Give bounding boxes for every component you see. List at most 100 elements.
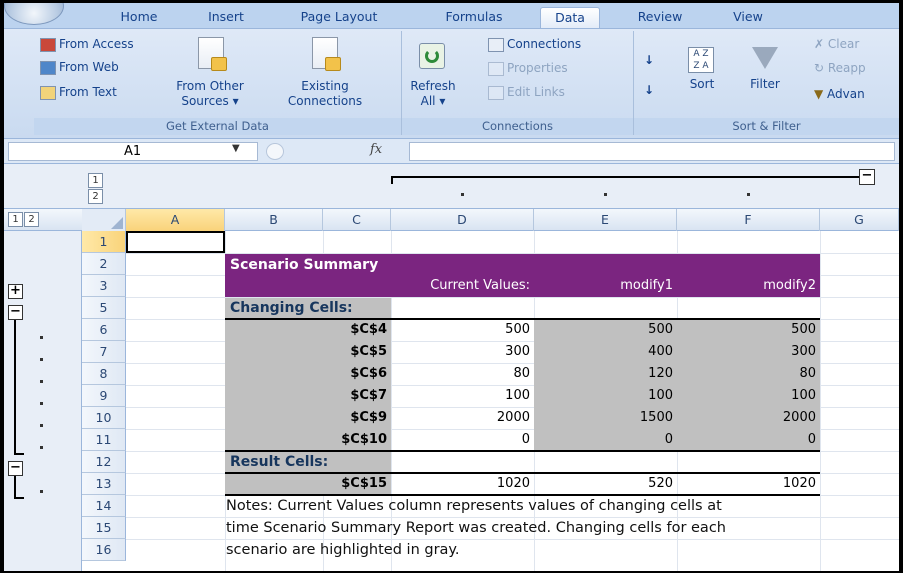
result-cell-modify2: 1020 [782, 476, 816, 491]
notes-line: Notes: Current Values column represents … [226, 498, 722, 514]
row-outline-dot [40, 358, 43, 361]
worksheet-grid[interactable]: Scenario Summary Current Values: modify1… [126, 231, 899, 571]
changing-cell-modify1: 500 [648, 322, 673, 337]
filter-funnel-icon [752, 47, 778, 69]
changing-cell-current: 0 [521, 432, 530, 447]
filter-button[interactable]: Filter [740, 43, 790, 113]
row-header-9[interactable]: 9 [82, 385, 126, 407]
sort-button[interactable]: A ZZ A Sort [680, 43, 724, 113]
formula-input[interactable] [409, 142, 895, 161]
row-outline-bracket [14, 320, 16, 454]
insert-function-icon[interactable]: fx [370, 142, 382, 157]
sort-ascending-icon[interactable]: ↓ [644, 53, 654, 67]
name-box[interactable]: A1 [8, 142, 258, 161]
tab-data[interactable]: Data [540, 7, 600, 28]
notes-line: time Scenario Summary Report was created… [226, 520, 726, 536]
sort-descending-icon[interactable]: ↓ [644, 83, 654, 97]
row-header-6[interactable]: 6 [82, 319, 126, 341]
column-header-a[interactable]: A [126, 209, 225, 231]
column-header-d[interactable]: D [391, 209, 534, 231]
changing-cell-modify2: 0 [807, 432, 816, 447]
access-icon [40, 37, 56, 52]
properties-button[interactable]: Properties [488, 61, 568, 76]
from-text-button[interactable]: From Text [40, 85, 117, 100]
advanced-filter-icon: ▼ [814, 87, 828, 101]
column-header-f[interactable]: F [677, 209, 820, 231]
row-header-3[interactable]: 3 [82, 275, 126, 297]
column-outline-area: 1 2 [4, 164, 899, 209]
notes-line: scenario are highlighted in gray. [226, 542, 460, 558]
existing-connections-label: Existing [301, 79, 349, 93]
row-outline-gutter: + − − [4, 231, 82, 571]
from-other-sources-button[interactable]: From Other Sources ▾ [174, 35, 246, 113]
formula-bar: A1 ▼ fx [4, 138, 899, 164]
row-header-7[interactable]: 7 [82, 341, 126, 363]
changing-cell-modify2: 2000 [782, 410, 816, 425]
column-outline-dot [604, 193, 607, 196]
connections-button[interactable]: Connections [488, 37, 581, 52]
refresh-icon [419, 43, 445, 69]
reapply-filter-button[interactable]: ↻ Reapp [814, 61, 866, 75]
database-icon [198, 37, 227, 71]
name-box-dropdown-icon[interactable]: ▼ [232, 143, 240, 154]
formula-bar-circle-icon [266, 143, 284, 160]
row-header-10[interactable]: 10 [82, 407, 126, 429]
tab-view[interactable]: View [724, 7, 772, 28]
edit-links-button[interactable]: Edit Links [488, 85, 565, 100]
expand-group-button[interactable]: + [8, 284, 23, 299]
group-connections: Refresh All ▾ Connections Properties Edi… [402, 31, 634, 135]
changing-cell-modify1: 400 [648, 344, 673, 359]
row-header-11[interactable]: 11 [82, 429, 126, 451]
row-header-12[interactable]: 12 [82, 451, 126, 473]
from-web-button[interactable]: From Web [40, 60, 119, 75]
row-header-8[interactable]: 8 [82, 363, 126, 385]
advanced-filter-button[interactable]: ▼ Advan [814, 87, 865, 101]
column-header-e[interactable]: E [534, 209, 677, 231]
collapse-group-button[interactable]: − [8, 461, 23, 476]
changing-cell-current: 2000 [496, 410, 530, 425]
row-header-15[interactable]: 15 [82, 517, 126, 539]
from-web-label: From Web [59, 60, 119, 74]
col-outline-level-2-button[interactable]: 2 [88, 189, 103, 204]
tab-review[interactable]: Review [630, 7, 690, 28]
active-cell-a1[interactable] [126, 231, 225, 253]
row-outline-level-2-button[interactable]: 2 [24, 212, 39, 227]
column-outline-bar-start [391, 176, 393, 184]
connections-icon [488, 37, 504, 52]
tab-formulas[interactable]: Formulas [437, 7, 511, 28]
from-access-button[interactable]: From Access [40, 37, 134, 52]
row-header-14[interactable]: 14 [82, 495, 126, 517]
row-header-13[interactable]: 13 [82, 473, 126, 495]
existing-connections-button[interactable]: Existing Connections [282, 35, 368, 113]
row-outline-level-1-button[interactable]: 1 [8, 212, 23, 227]
tab-page-layout[interactable]: Page Layout [289, 7, 389, 28]
collapse-group-button[interactable]: − [8, 305, 23, 320]
refresh-all-label: Refresh [410, 79, 456, 93]
column-header-b[interactable]: B [225, 209, 323, 231]
row-header-5[interactable]: 5 [82, 297, 126, 319]
changing-cell-modify2: 100 [791, 388, 816, 403]
row-header-1[interactable]: 1 [82, 231, 126, 253]
column-outline-dot [461, 193, 464, 196]
office-button-icon[interactable] [4, 3, 64, 25]
row-outline-dot [40, 490, 43, 493]
tab-insert[interactable]: Insert [198, 7, 254, 28]
from-other-sources-sublabel: Sources ▾ [181, 94, 239, 108]
column-header-g[interactable]: G [820, 209, 899, 231]
sort-dialog-icon: A ZZ A [688, 47, 714, 73]
changing-cell-modify2: 80 [799, 366, 816, 381]
row-header-16[interactable]: 16 [82, 539, 126, 561]
clear-filter-button[interactable]: ✗ Clear [814, 37, 859, 51]
row-outline-dot [40, 446, 43, 449]
select-all-button[interactable] [82, 209, 126, 231]
row-header-2[interactable]: 2 [82, 253, 126, 275]
col-outline-level-1-button[interactable]: 1 [88, 173, 103, 188]
changing-cell-current: 100 [505, 388, 530, 403]
refresh-all-button[interactable]: Refresh All ▾ [406, 35, 460, 113]
column-collapse-button[interactable]: − [859, 169, 875, 185]
column-header-c[interactable]: C [323, 209, 391, 231]
clear-filter-label: Clear [827, 37, 860, 51]
changing-cell-name: $C$6 [350, 366, 387, 381]
tab-home[interactable]: Home [114, 7, 164, 28]
changing-cell-name: $C$9 [350, 410, 387, 425]
